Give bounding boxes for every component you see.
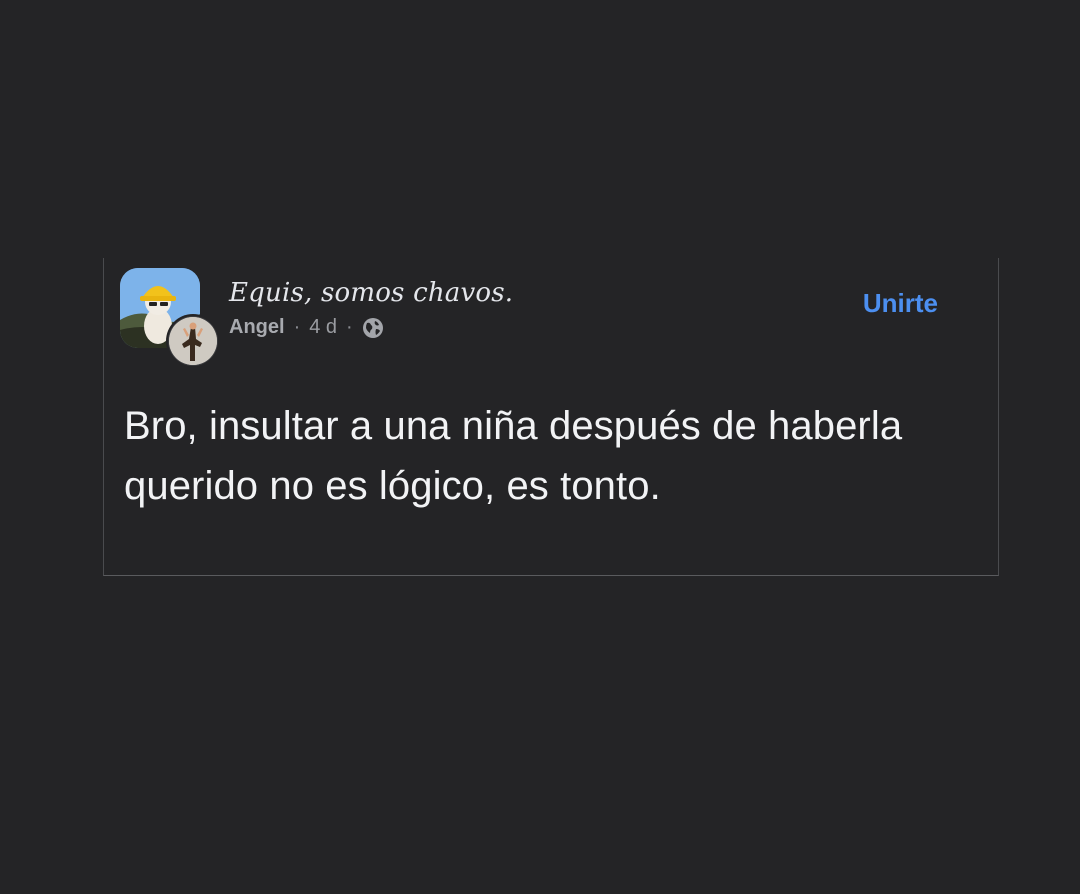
user-avatar-image [169,317,217,365]
post-meta: Angel · 4 d · [229,316,384,339]
post-card: Equis, somos chavos. Angel · 4 d · Unirt… [103,258,999,576]
author-name[interactable]: Angel [229,316,285,339]
post-timestamp[interactable]: 4 d [309,316,337,339]
join-button[interactable]: Unirte [863,288,938,319]
post-body-text: Bro, insultar a una niña después de habe… [124,404,903,508]
user-avatar[interactable] [166,314,220,368]
globe-icon [362,317,384,339]
separator-dot: · [346,316,353,338]
group-name[interactable]: Equis, somos chavos. [229,278,513,308]
separator-dot: · [293,316,301,338]
